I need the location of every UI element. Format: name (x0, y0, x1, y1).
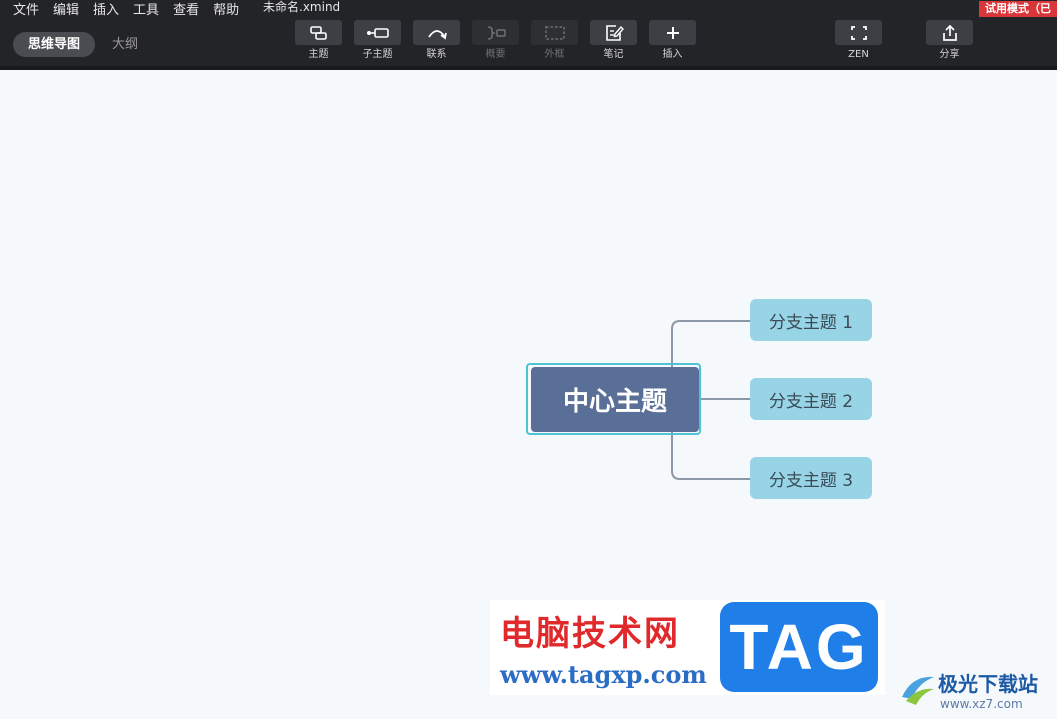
watermark-site-name: 电脑技术网 (500, 614, 680, 654)
watermark-xz7: 极光下载站 www.xz7.com (898, 665, 1057, 719)
aurora-logo-icon (902, 676, 934, 705)
tag-logo: TAG (720, 602, 878, 692)
watermark-url: www.tagxp.com (500, 660, 707, 689)
watermark2-site-name: 极光下载站 (938, 672, 1038, 696)
branch-topic-1[interactable]: 分支主题 1 (750, 299, 872, 341)
central-topic[interactable]: 中心主题 (531, 367, 699, 432)
branch-topic-3[interactable]: 分支主题 3 (750, 457, 872, 499)
branch-topic-2[interactable]: 分支主题 2 (750, 378, 872, 420)
watermark-tagxp: 电脑技术网 www.tagxp.com TAG (490, 600, 885, 695)
watermark2-url: www.xz7.com (940, 697, 1023, 711)
